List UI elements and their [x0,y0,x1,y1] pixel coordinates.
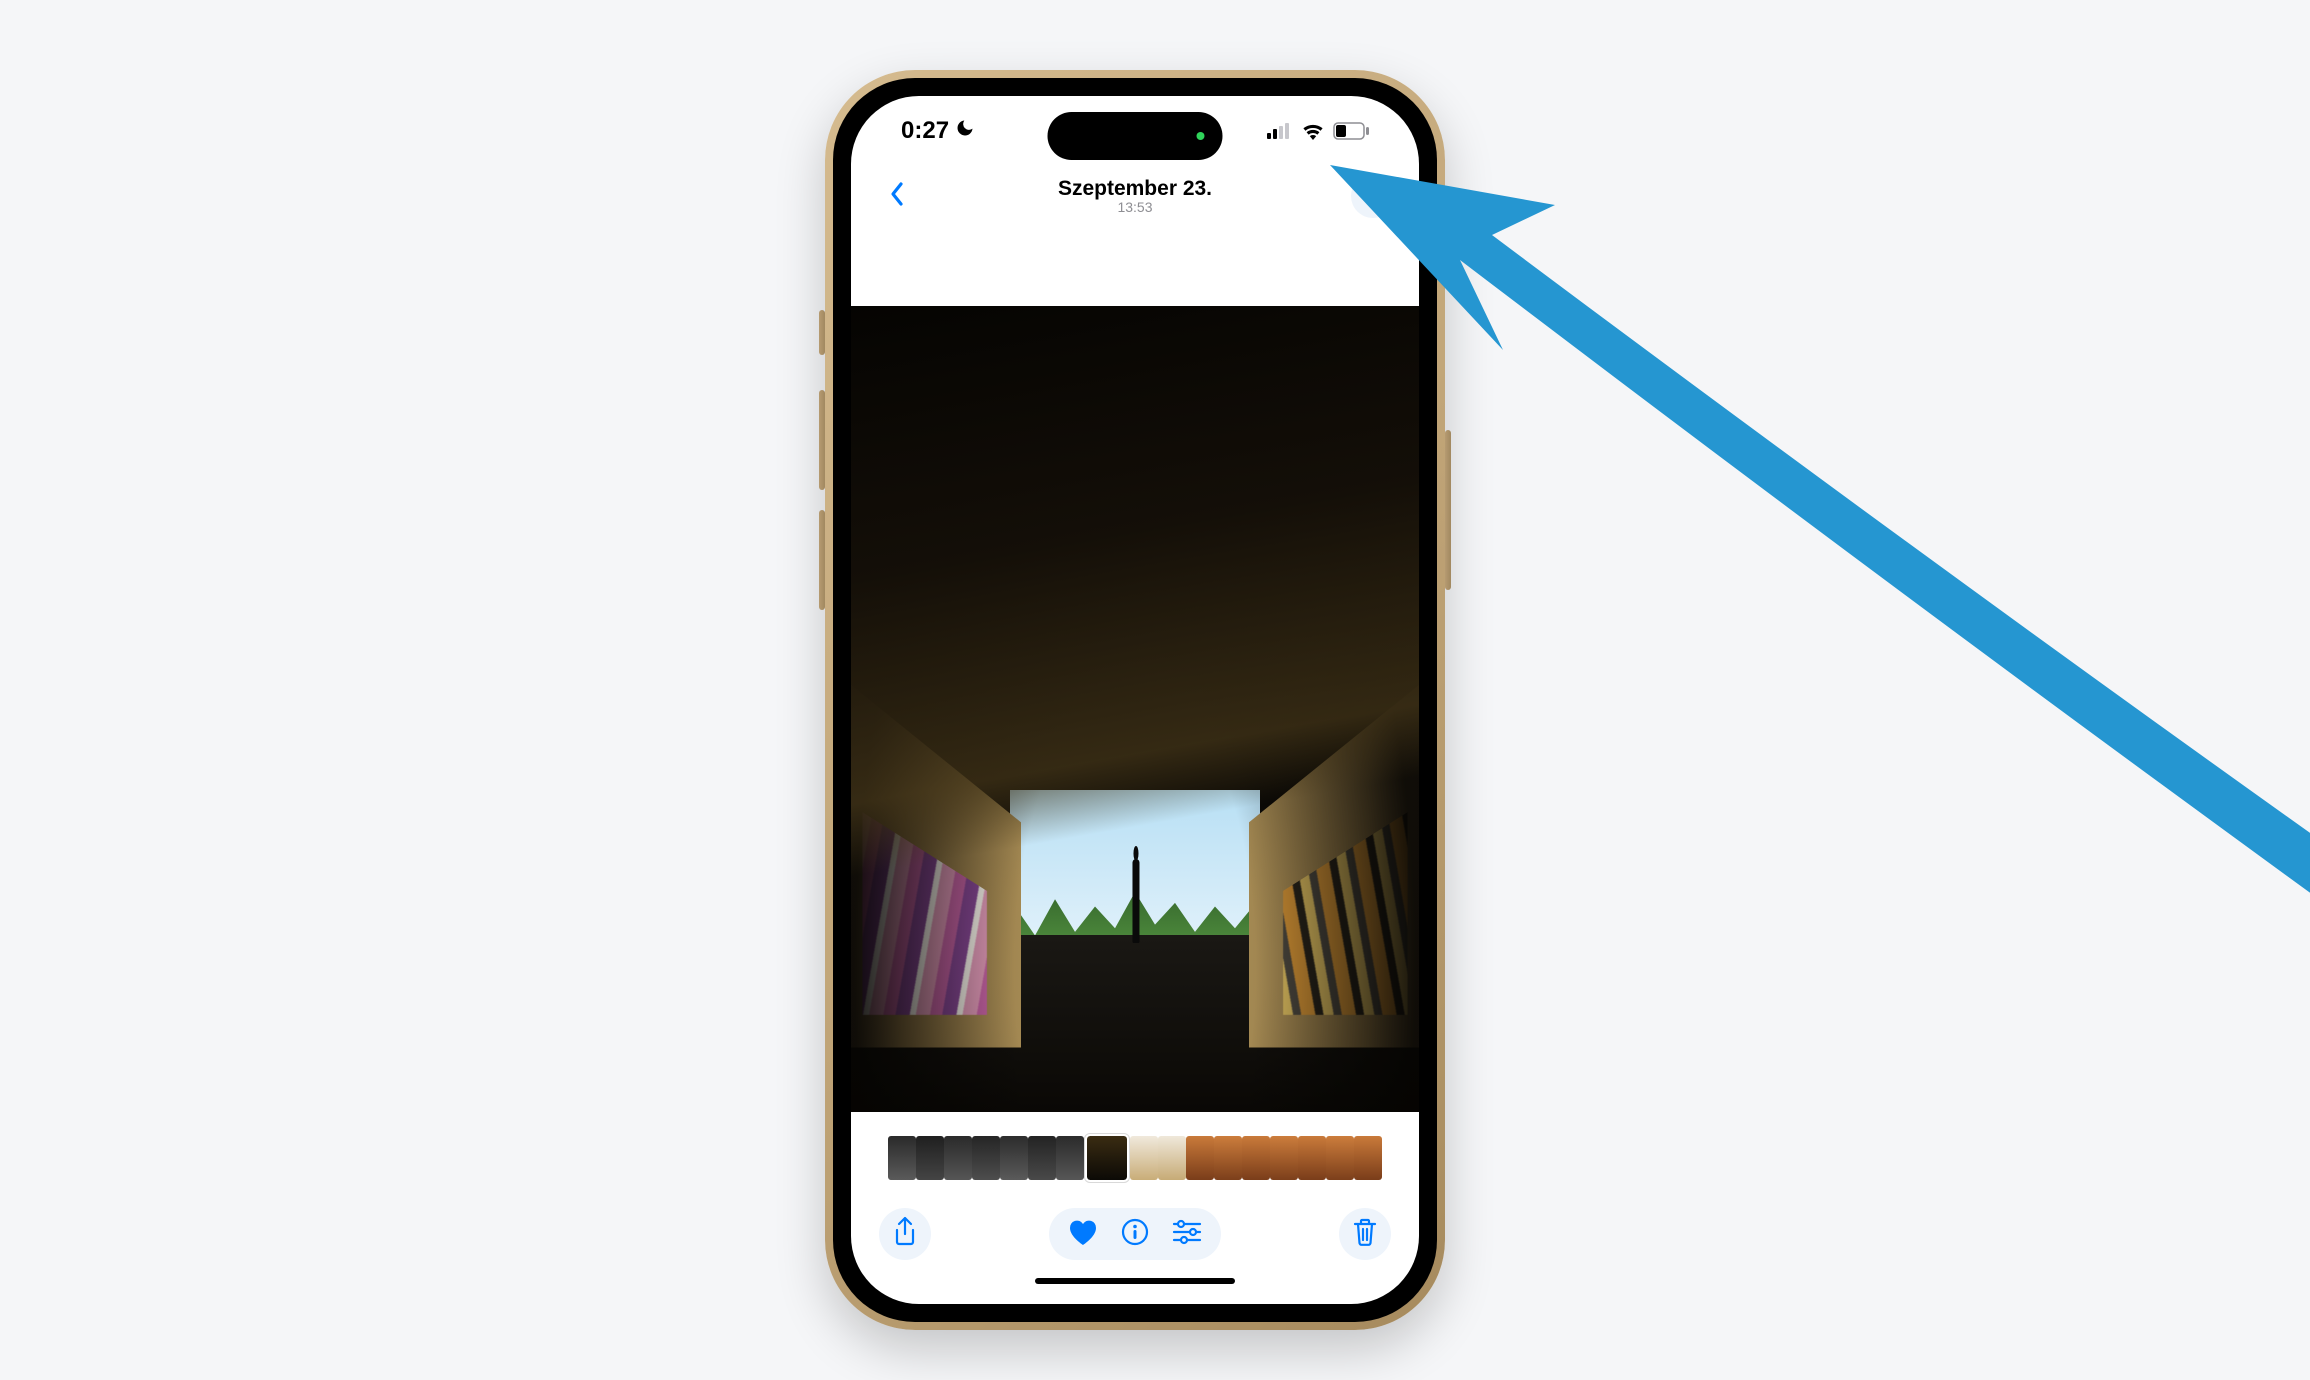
chevron-left-icon [887,180,907,213]
volume-up[interactable] [819,390,825,490]
info-icon [1121,1218,1149,1251]
navbar: Szeptember 23. 13:53 [851,166,1419,226]
status-left: 0:27 [901,117,975,145]
thumbnail-13[interactable] [1270,1136,1298,1180]
thumbnail-8[interactable] [1130,1136,1158,1180]
annotation-arrow [1320,150,2310,950]
share-button[interactable] [879,1208,931,1260]
thumbnail-11[interactable] [1214,1136,1242,1180]
info-button[interactable] [1109,1208,1161,1260]
delete-button[interactable] [1339,1208,1391,1260]
volume-down[interactable] [819,510,825,610]
thumbnail-16[interactable] [1354,1136,1382,1180]
thumbnail-7[interactable] [1087,1136,1127,1180]
adjust-button[interactable] [1161,1208,1213,1260]
more-button[interactable] [1351,174,1395,218]
thumbnail-0[interactable] [888,1136,916,1180]
battery-icon [1333,122,1369,140]
photo-time: 13:53 [1058,200,1212,215]
thumbnail-12[interactable] [1242,1136,1270,1180]
thumbnail-5[interactable] [1028,1136,1056,1180]
thumbnail-10[interactable] [1186,1136,1214,1180]
photo-date: Szeptember 23. [1058,177,1212,200]
thumbnail-9[interactable] [1158,1136,1186,1180]
photo-padding-top [851,226,1419,306]
favorite-button[interactable] [1057,1208,1109,1260]
phone-frame: 0:27 [825,70,1445,1330]
back-button[interactable] [875,174,919,218]
wifi-icon [1301,122,1325,140]
power-button[interactable] [1445,430,1451,590]
thumbnail-strip[interactable] [875,1136,1395,1194]
status-time: 0:27 [901,117,949,145]
photo-area [851,226,1419,1112]
thumbnail-6[interactable] [1056,1136,1084,1180]
adjust-icon [1172,1219,1202,1250]
photo-person [1128,846,1145,943]
thumbnail-14[interactable] [1298,1136,1326,1180]
heart-icon [1068,1218,1098,1251]
toolbar [851,1194,1419,1278]
nav-title: Szeptember 23. 13:53 [1058,177,1212,215]
status-bar: 0:27 [851,96,1419,166]
thumbnail-2[interactable] [944,1136,972,1180]
screen: 0:27 [851,96,1419,1304]
thumbnail-4[interactable] [1000,1136,1028,1180]
thumbnail-15[interactable] [1326,1136,1354,1180]
cellular-icon [1267,123,1293,139]
home-indicator[interactable] [851,1278,1419,1304]
thumbnail-3[interactable] [972,1136,1000,1180]
status-right [1267,122,1369,140]
scene: 0:27 [0,0,2310,1380]
trash-icon [1352,1217,1378,1252]
moon-icon [955,117,975,145]
mute-switch[interactable] [819,310,825,355]
toolbar-center [1049,1208,1221,1260]
phone-bezel: 0:27 [833,78,1437,1322]
share-icon [892,1216,918,1253]
photo-viewer[interactable] [851,306,1419,1112]
ellipsis-icon [1360,187,1386,205]
thumbnail-1[interactable] [916,1136,944,1180]
